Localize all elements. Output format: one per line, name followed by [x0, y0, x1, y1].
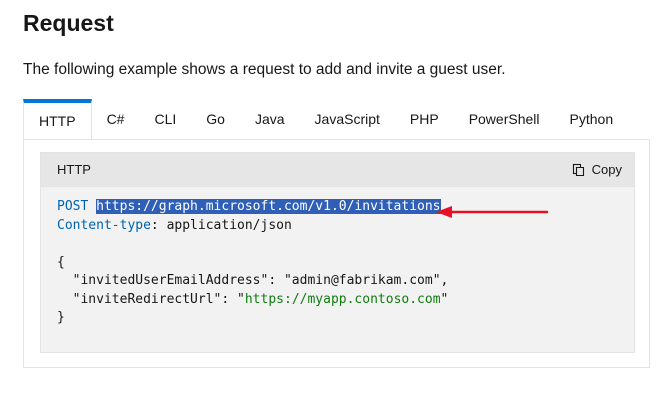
json-value-email: "admin@fabrikam.com"	[283, 273, 441, 288]
header-name: Content-type	[57, 217, 151, 233]
header-value: application/json	[166, 217, 292, 233]
code-block: HTTP Copy POST https://graph.microsoft.c…	[40, 152, 635, 353]
code-language-label: HTTP	[57, 162, 91, 177]
json-close-brace: }	[57, 310, 65, 325]
json-quote-close: "	[440, 291, 449, 307]
tab-javascript[interactable]: JavaScript	[300, 99, 395, 140]
tab-csharp[interactable]: C#	[92, 99, 140, 140]
json-quote-open: "	[237, 291, 245, 307]
copy-icon	[572, 163, 584, 176]
http-method: POST	[57, 199, 89, 214]
tab-strip: HTTP C# CLI Go Java JavaScript PHP Power…	[23, 99, 650, 140]
tab-powershell[interactable]: PowerShell	[454, 99, 555, 140]
copy-button-label: Copy	[591, 162, 622, 177]
code-content[interactable]: POST https://graph.microsoft.com/v1.0/in…	[57, 198, 448, 328]
language-tabs: HTTP C# CLI Go Java JavaScript PHP Power…	[23, 99, 650, 369]
json-key-redirect: "inviteRedirectUrl"	[72, 291, 222, 307]
copy-button[interactable]: Copy	[572, 153, 622, 186]
tab-go[interactable]: Go	[191, 99, 240, 140]
tab-java[interactable]: Java	[240, 99, 300, 140]
tab-php[interactable]: PHP	[395, 99, 454, 140]
tab-http[interactable]: HTTP	[23, 99, 92, 140]
json-key-email: "invitedUserEmailAddress"	[72, 273, 269, 288]
code-header: HTTP Copy	[41, 153, 634, 187]
intro-text: The following example shows a request to…	[23, 61, 506, 78]
tab-cli[interactable]: CLI	[139, 99, 191, 140]
json-value-redirect-url: https://myapp.contoso.com	[244, 291, 441, 307]
docs-page: Request The following example shows a re…	[0, 0, 671, 406]
json-open-brace: {	[57, 254, 65, 270]
annotation-arrow-icon	[436, 206, 549, 218]
tab-python[interactable]: Python	[555, 99, 629, 140]
request-url-selected: https://graph.microsoft.com/v1.0/invitat…	[96, 199, 441, 214]
tab-panel-http: HTTP Copy POST https://graph.microsoft.c…	[23, 139, 650, 368]
page-title: Request	[23, 10, 114, 36]
